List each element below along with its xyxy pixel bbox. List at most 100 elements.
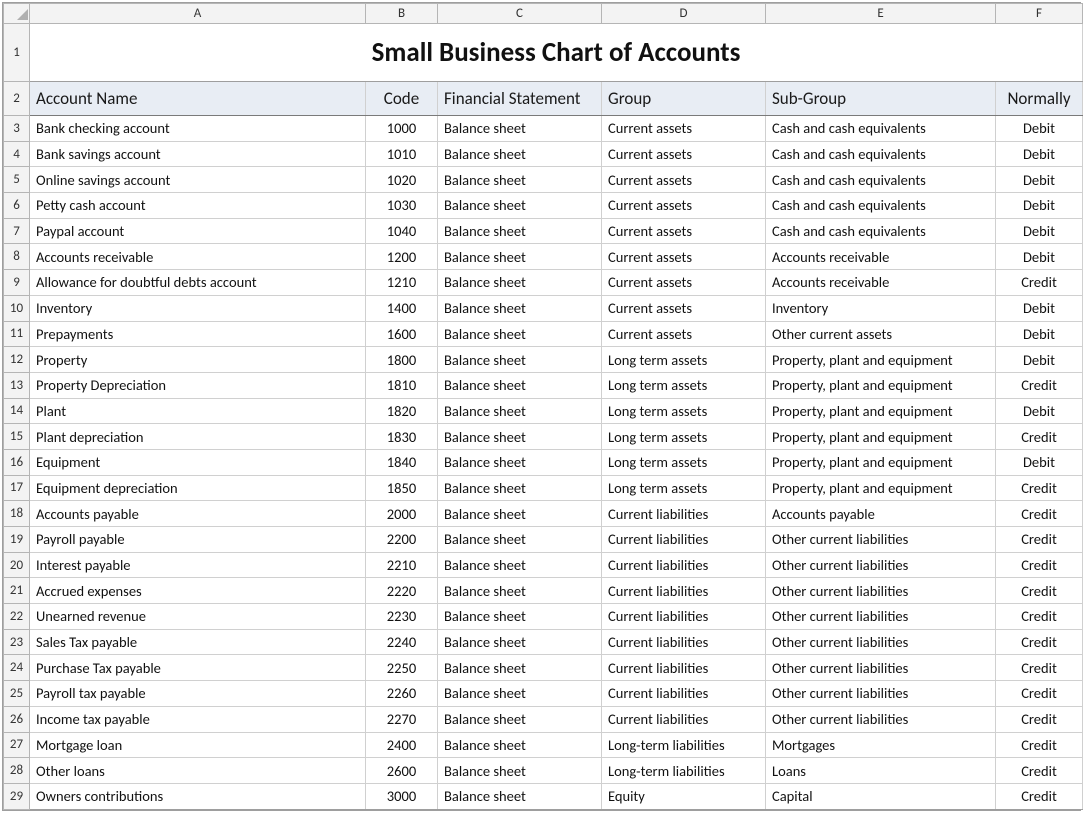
cell-normal[interactable]: Debit — [996, 449, 1083, 475]
cell-subgroup[interactable]: Cash and cash equivalents — [766, 193, 996, 219]
cell-statement[interactable]: Balance sheet — [438, 552, 602, 578]
cell-code[interactable]: 3000 — [366, 783, 438, 809]
cell-account-name[interactable]: Plant — [30, 398, 366, 424]
cell-code[interactable]: 1850 — [366, 475, 438, 501]
row-header-9[interactable]: 9 — [4, 270, 30, 296]
cell-group[interactable]: Current assets — [602, 244, 766, 270]
cell-group[interactable]: Long term assets — [602, 424, 766, 450]
row-header-15[interactable]: 15 — [4, 424, 30, 450]
cell-account-name[interactable]: Inventory — [30, 295, 366, 321]
cell-code[interactable]: 2400 — [366, 732, 438, 758]
row-header-28[interactable]: 28 — [4, 758, 30, 784]
cell-code[interactable]: 2220 — [366, 578, 438, 604]
cell-group[interactable]: Current assets — [602, 218, 766, 244]
cell-account-name[interactable]: Paypal account — [30, 218, 366, 244]
cell-account-name[interactable]: Equipment depreciation — [30, 475, 366, 501]
cell-subgroup[interactable]: Cash and cash equivalents — [766, 141, 996, 167]
row-header-11[interactable]: 11 — [4, 321, 30, 347]
row-header-21[interactable]: 21 — [4, 578, 30, 604]
cell-normal[interactable]: Debit — [996, 321, 1083, 347]
cell-statement[interactable]: Balance sheet — [438, 758, 602, 784]
cell-subgroup[interactable]: Property, plant and equipment — [766, 372, 996, 398]
row-header-14[interactable]: 14 — [4, 398, 30, 424]
cell-subgroup[interactable]: Property, plant and equipment — [766, 347, 996, 373]
cell-normal[interactable]: Credit — [996, 732, 1083, 758]
cell-code[interactable]: 1800 — [366, 347, 438, 373]
cell-statement[interactable]: Balance sheet — [438, 398, 602, 424]
cell-normal[interactable]: Debit — [996, 193, 1083, 219]
cell-subgroup[interactable]: Property, plant and equipment — [766, 398, 996, 424]
row-header-4[interactable]: 4 — [4, 141, 30, 167]
cell-group[interactable]: Long term assets — [602, 372, 766, 398]
row-header-1[interactable]: 1 — [4, 24, 30, 82]
cell-normal[interactable]: Debit — [996, 167, 1083, 193]
cell-normal[interactable]: Credit — [996, 270, 1083, 296]
cell-subgroup[interactable]: Other current liabilities — [766, 655, 996, 681]
cell-group[interactable]: Current assets — [602, 116, 766, 142]
cell-code[interactable]: 2210 — [366, 552, 438, 578]
cell-group[interactable]: Current liabilities — [602, 552, 766, 578]
cell-group[interactable]: Long term assets — [602, 475, 766, 501]
cell-subgroup[interactable]: Other current liabilities — [766, 552, 996, 578]
cell-group[interactable]: Long-term liabilities — [602, 758, 766, 784]
cell-group[interactable]: Long-term liabilities — [602, 732, 766, 758]
cell-code[interactable]: 2230 — [366, 604, 438, 630]
cell-statement[interactable]: Balance sheet — [438, 347, 602, 373]
cell-subgroup[interactable]: Property, plant and equipment — [766, 449, 996, 475]
cell-account-name[interactable]: Interest payable — [30, 552, 366, 578]
cell-code[interactable]: 2200 — [366, 527, 438, 553]
cell-code[interactable]: 1600 — [366, 321, 438, 347]
cell-statement[interactable]: Balance sheet — [438, 372, 602, 398]
cell-account-name[interactable]: Prepayments — [30, 321, 366, 347]
cell-account-name[interactable]: Plant depreciation — [30, 424, 366, 450]
cell-group[interactable]: Current assets — [602, 193, 766, 219]
hdr-subgroup[interactable]: Sub-Group — [766, 82, 996, 116]
cell-subgroup[interactable]: Property, plant and equipment — [766, 424, 996, 450]
cell-subgroup[interactable]: Capital — [766, 783, 996, 809]
cell-group[interactable]: Current liabilities — [602, 706, 766, 732]
cell-statement[interactable]: Balance sheet — [438, 270, 602, 296]
cell-normal[interactable]: Credit — [996, 706, 1083, 732]
cell-subgroup[interactable]: Other current liabilities — [766, 706, 996, 732]
cell-code[interactable]: 1000 — [366, 116, 438, 142]
cell-code[interactable]: 1830 — [366, 424, 438, 450]
cell-normal[interactable]: Debit — [996, 218, 1083, 244]
row-header-7[interactable]: 7 — [4, 218, 30, 244]
cell-subgroup[interactable]: Accounts payable — [766, 501, 996, 527]
cell-account-name[interactable]: Accrued expenses — [30, 578, 366, 604]
cell-account-name[interactable]: Income tax payable — [30, 706, 366, 732]
cell-normal[interactable]: Credit — [996, 372, 1083, 398]
cell-group[interactable]: Current assets — [602, 321, 766, 347]
row-header-2[interactable]: 2 — [4, 82, 30, 116]
cell-group[interactable]: Current liabilities — [602, 655, 766, 681]
cell-statement[interactable]: Balance sheet — [438, 706, 602, 732]
cell-statement[interactable]: Balance sheet — [438, 629, 602, 655]
cell-account-name[interactable]: Bank checking account — [30, 116, 366, 142]
cell-code[interactable]: 1200 — [366, 244, 438, 270]
cell-normal[interactable]: Debit — [996, 116, 1083, 142]
cell-normal[interactable]: Credit — [996, 424, 1083, 450]
sheet-title[interactable]: Small Business Chart of Accounts — [30, 24, 1083, 82]
cell-account-name[interactable]: Other loans — [30, 758, 366, 784]
cell-normal[interactable]: Credit — [996, 604, 1083, 630]
hdr-code[interactable]: Code — [366, 82, 438, 116]
cell-statement[interactable]: Balance sheet — [438, 655, 602, 681]
cell-code[interactable]: 1400 — [366, 295, 438, 321]
row-header-26[interactable]: 26 — [4, 706, 30, 732]
row-header-16[interactable]: 16 — [4, 449, 30, 475]
cell-statement[interactable]: Balance sheet — [438, 527, 602, 553]
cell-code[interactable]: 2270 — [366, 706, 438, 732]
cell-normal[interactable]: Credit — [996, 758, 1083, 784]
cell-account-name[interactable]: Property Depreciation — [30, 372, 366, 398]
col-header-a[interactable]: A — [30, 4, 366, 24]
cell-statement[interactable]: Balance sheet — [438, 783, 602, 809]
cell-code[interactable]: 1820 — [366, 398, 438, 424]
cell-account-name[interactable]: Accounts payable — [30, 501, 366, 527]
cell-normal[interactable]: Debit — [996, 295, 1083, 321]
row-header-27[interactable]: 27 — [4, 732, 30, 758]
hdr-group[interactable]: Group — [602, 82, 766, 116]
cell-group[interactable]: Current assets — [602, 141, 766, 167]
row-header-18[interactable]: 18 — [4, 501, 30, 527]
cell-statement[interactable]: Balance sheet — [438, 167, 602, 193]
cell-statement[interactable]: Balance sheet — [438, 681, 602, 707]
